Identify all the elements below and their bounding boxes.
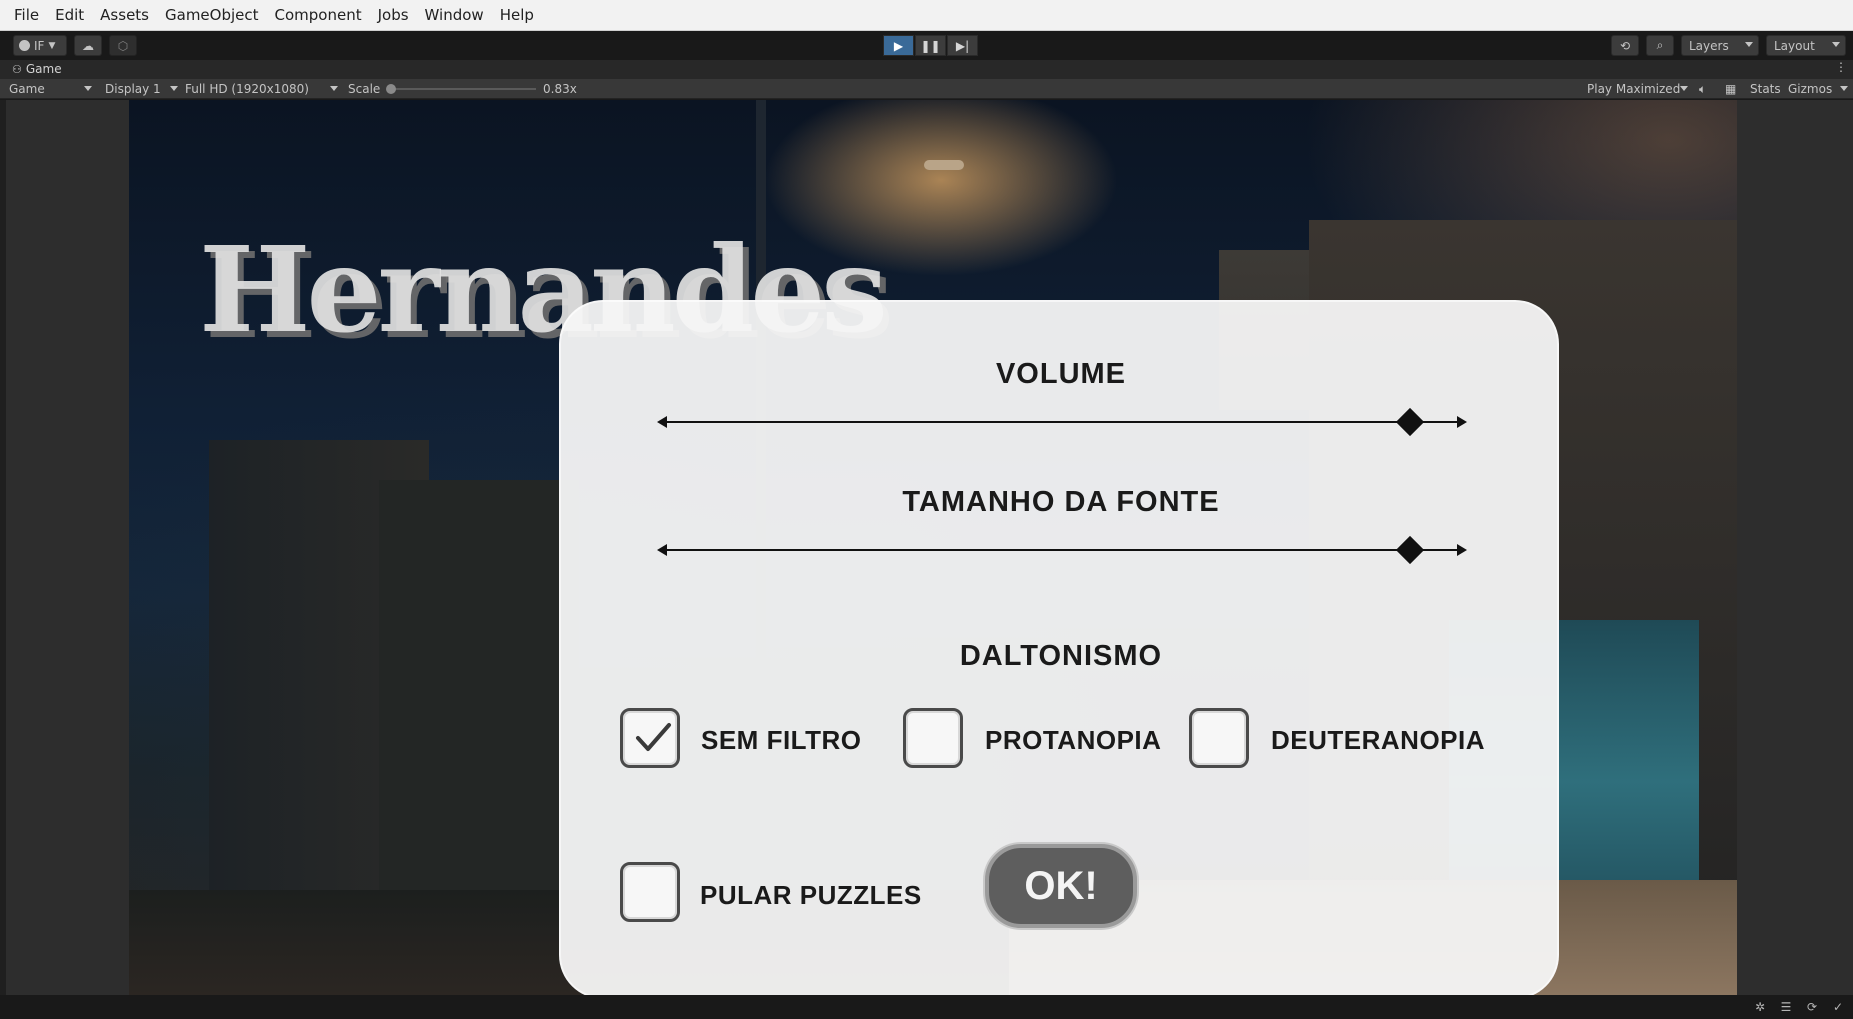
arrow-right-icon — [1457, 544, 1467, 556]
colorblind-title: DALTONISMO — [959, 640, 1163, 672]
settings-panel: VOLUME TAMANHO DA FONTE DALTONISMO SEM F… — [559, 300, 1559, 995]
layout-dropdown[interactable]: Layout — [1766, 35, 1846, 56]
main-toolbar: IF ▼ ☁ ⬡ ▶ ❚❚ ▶| ⟲ ⌕ Layers Layout — [0, 31, 1853, 60]
keyboard-icon: ▦ — [1725, 82, 1737, 96]
chevron-down-icon — [1745, 42, 1753, 47]
resolution-dropdown[interactable]: Full HD (1920x1080) — [185, 79, 338, 99]
search-icon: ⌕ — [1656, 38, 1664, 52]
collab-icon: ⬡ — [117, 38, 129, 53]
game-scene: Hernandes VOLUME TAMANHO DA FONTE DALTON… — [129, 100, 1737, 995]
search-button[interactable]: ⌕ — [1646, 35, 1674, 56]
view-type-dropdown[interactable]: Game — [9, 79, 92, 99]
layers-stack-icon[interactable]: ☰ — [1778, 1000, 1794, 1014]
skip-puzzles-checkbox[interactable] — [620, 862, 680, 922]
cloud-button[interactable]: ☁ — [74, 35, 102, 56]
play-mode-label: Play Maximized — [1587, 82, 1681, 96]
volume-slider[interactable] — [657, 407, 1467, 437]
menu-window[interactable]: Window — [417, 0, 492, 31]
more-vertical-icon: ⋮ — [1835, 60, 1847, 74]
slider-track — [663, 549, 1461, 551]
chevron-down-icon — [1840, 86, 1848, 91]
game-view-toolbar: Game Display 1 Full HD (1920x1080) Scale… — [0, 79, 1853, 99]
font-size-slider[interactable] — [657, 535, 1467, 565]
menu-jobs[interactable]: Jobs — [370, 0, 417, 31]
account-dropdown[interactable]: IF ▼ — [13, 35, 67, 56]
stats-button[interactable]: Stats — [1750, 79, 1781, 99]
display-label: Display 1 — [105, 82, 161, 96]
protanopia-label: PROTANOPIA — [985, 725, 1162, 755]
deuteranopia-label: DEUTERANOPIA — [1271, 725, 1486, 755]
view-type-label: Game — [9, 82, 45, 96]
history-icon: ⟲ — [1619, 38, 1631, 53]
debug-icon[interactable]: ✲ — [1752, 1000, 1768, 1014]
resolution-label: Full HD (1920x1080) — [185, 82, 309, 96]
menu-edit[interactable]: Edit — [47, 0, 92, 31]
scale-label: Scale — [348, 82, 381, 96]
layers-dropdown[interactable]: Layers — [1681, 35, 1759, 56]
pause-icon: ❚❚ — [920, 38, 941, 53]
slider-track — [663, 421, 1461, 423]
menu-file[interactable]: File — [6, 0, 47, 31]
playback-controls: ▶ ❚❚ ▶| — [883, 35, 978, 56]
audio-toggle[interactable]: 🔈︎ — [1699, 79, 1706, 99]
layers-label: Layers — [1689, 38, 1729, 53]
account-icon — [19, 40, 30, 51]
step-icon: ▶| — [955, 38, 970, 53]
chevron-down-icon — [1680, 86, 1688, 91]
no-filter-label: SEM FILTRO — [701, 725, 862, 755]
history-button[interactable]: ⟲ — [1611, 35, 1639, 56]
no-filter-checkbox[interactable] — [620, 708, 680, 768]
volume-slider-handle[interactable] — [1395, 407, 1425, 437]
gfx-toggle[interactable]: ▦ — [1725, 79, 1736, 99]
skip-puzzles-label: PULAR PUZZLES — [700, 880, 922, 910]
chevron-down-icon — [1832, 42, 1840, 47]
checkmark-icon — [636, 723, 671, 751]
scale-slider-track[interactable] — [390, 88, 536, 90]
chevron-down-icon — [170, 86, 178, 91]
deuteranopia-checkbox[interactable] — [1189, 708, 1249, 768]
ok-button[interactable]: OK! — [985, 844, 1137, 928]
tab-menu-button[interactable]: ⋮ — [1835, 60, 1847, 74]
step-button[interactable]: ▶| — [947, 35, 978, 56]
scale-value: 0.83x — [543, 82, 577, 96]
gizmos-dropdown[interactable]: Gizmos — [1788, 79, 1848, 99]
gizmos-label: Gizmos — [1788, 82, 1833, 96]
play-icon: ▶ — [893, 38, 904, 53]
menu-component[interactable]: Component — [267, 0, 370, 31]
game-viewport: Hernandes VOLUME TAMANHO DA FONTE DALTON… — [6, 100, 1853, 995]
background-street-lamp — [924, 160, 964, 170]
play-mode-dropdown[interactable]: Play Maximized — [1587, 79, 1688, 99]
arrow-right-icon — [1457, 416, 1467, 428]
layout-label: Layout — [1774, 38, 1815, 53]
menu-assets[interactable]: Assets — [92, 0, 157, 31]
scale-slider-thumb[interactable] — [386, 84, 396, 94]
chevron-down-icon — [84, 86, 92, 91]
tab-game-label: Game — [25, 62, 62, 76]
sync-icon[interactable]: ⟳ — [1804, 1000, 1820, 1014]
arrow-left-icon — [657, 416, 667, 428]
game-tab-bar: ⚇ Game ⋮ — [0, 60, 1853, 79]
status-check-icon[interactable]: ✓ — [1830, 1000, 1846, 1014]
tab-game[interactable]: ⚇ Game — [12, 62, 62, 76]
menu-help[interactable]: Help — [492, 0, 542, 31]
chevron-down-icon — [330, 86, 338, 91]
play-button[interactable]: ▶ — [883, 35, 914, 56]
protanopia-checkbox[interactable] — [903, 708, 963, 768]
pause-button[interactable]: ❚❚ — [915, 35, 946, 56]
speaker-icon: 🔈︎ — [1699, 82, 1707, 96]
cloud-icon: ☁ — [82, 38, 94, 53]
menu-bar: File Edit Assets GameObject Component Jo… — [0, 0, 1853, 31]
status-bar: ✲ ☰ ⟳ ✓ — [0, 995, 1853, 1019]
display-dropdown[interactable]: Display 1 — [105, 79, 178, 99]
account-label: IF — [34, 38, 45, 53]
chevron-down-icon: ▼ — [48, 40, 56, 51]
gamepad-icon: ⚇ — [12, 62, 22, 76]
menu-gameobject[interactable]: GameObject — [157, 0, 267, 31]
font-size-title: TAMANHO DA FONTE — [902, 486, 1220, 518]
volume-title: VOLUME — [995, 358, 1127, 390]
collab-button[interactable]: ⬡ — [109, 35, 137, 56]
background-building — [379, 480, 579, 900]
arrow-left-icon — [657, 544, 667, 556]
font-size-slider-handle[interactable] — [1395, 535, 1425, 565]
